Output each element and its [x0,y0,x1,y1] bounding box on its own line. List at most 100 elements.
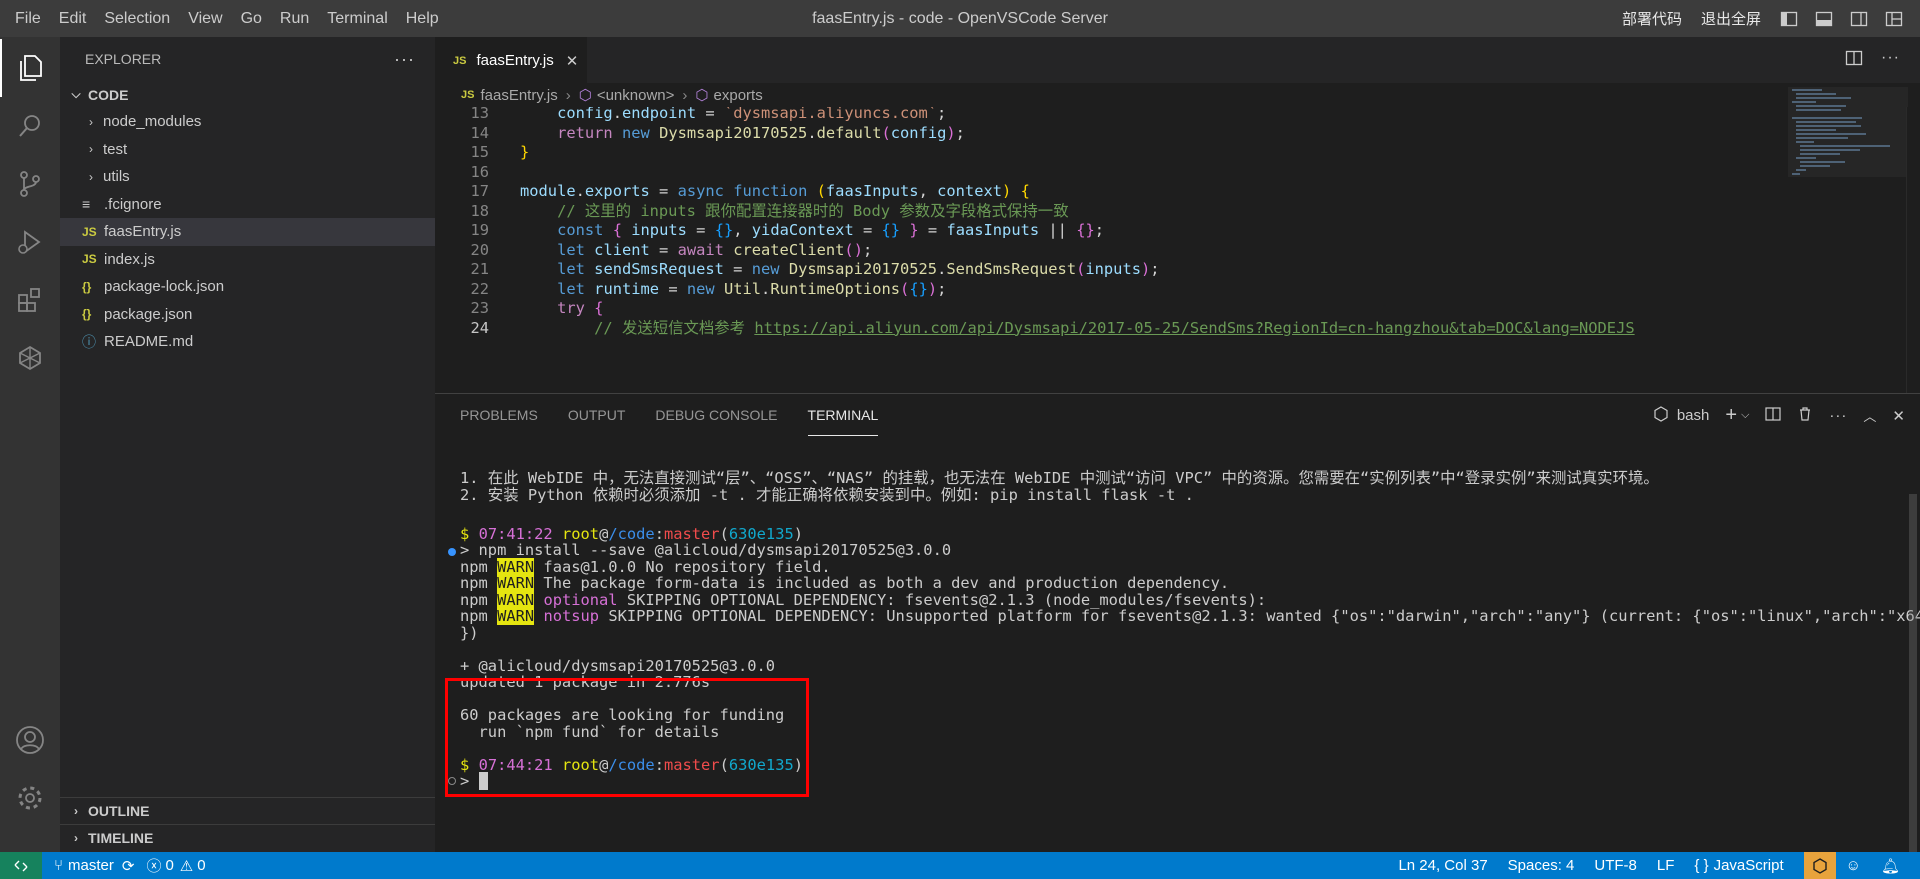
tab-problems[interactable]: PROBLEMS [460,394,538,436]
explorer-icon[interactable] [0,39,60,97]
deploy-code-button[interactable]: 部署代码 [1622,8,1682,29]
serverless-icon[interactable] [0,329,60,387]
feedback-icon[interactable]: ☺ [1846,852,1861,879]
menu-selection[interactable]: Selection [95,0,179,37]
tree-item-faasentry[interactable]: JS faasEntry.js [60,218,435,246]
more-actions-icon[interactable]: ··· [1881,49,1900,72]
line-text: // 发送短信文档参考 https://api.aliyun.com/api/D… [594,318,1635,337]
highlight-box [445,678,809,797]
tree-item-utils[interactable]: › utils [60,163,435,191]
tree-item-package-json[interactable]: {} package.json [60,301,435,329]
chevron-right-icon: › [89,169,93,184]
chevron-right-icon: › [74,831,78,845]
account-icon[interactable] [0,711,60,769]
tab-faasentry[interactable]: JS faasEntry.js ✕ [435,37,587,83]
menu-go[interactable]: Go [232,0,271,37]
close-icon[interactable]: ✕ [566,52,579,70]
breadcrumb-file[interactable]: faasEntry.js [480,87,557,104]
encoding[interactable]: UTF-8 [1594,852,1637,879]
terminal-scrollbar[interactable] [1906,494,1920,853]
timeline-section[interactable]: › TIMELINE [60,824,435,851]
breadcrumb-symbol-exports[interactable]: exports [714,87,763,104]
sync-icon[interactable]: ⟳ [122,857,135,875]
tree-item-label: package.json [104,305,193,323]
activity-bar [0,37,60,852]
language-mode[interactable]: { } JavaScript [1694,852,1783,879]
search-icon[interactable] [0,97,60,155]
sidebar-bottom-sections: › OUTLINE › TIMELINE [60,797,435,851]
end-of-line[interactable]: LF [1657,852,1675,879]
notifications-bell-icon[interactable]: 🔔︎ [1881,852,1900,879]
branch-name: master [68,857,114,874]
terminal-shell-label[interactable]: bash [1677,407,1710,424]
exit-fullscreen-button[interactable]: 退出全屏 [1701,8,1761,29]
outline-section[interactable]: › OUTLINE [60,797,435,824]
toggle-panel-icon[interactable] [1815,10,1833,28]
code-line[interactable]: 24 // 发送短信文档参考 https://api.aliyun.com/ap… [435,316,1775,340]
explorer-sidebar: EXPLORER ··· ⌵ CODE › node_modules › tes… [60,37,435,852]
breadcrumb-symbol-unknown[interactable]: <unknown> [597,87,675,104]
tree-item-package-lock[interactable]: {} package-lock.json [60,273,435,301]
cursor-position[interactable]: Ln 24, Col 37 [1398,852,1487,879]
indentation[interactable]: Spaces: 4 [1508,852,1575,879]
tab-output[interactable]: OUTPUT [568,394,626,436]
menu-help[interactable]: Help [397,0,448,37]
scrollbar-thumb[interactable] [1909,494,1917,853]
branch-status[interactable]: ⑂ master ⟳ [54,852,134,879]
toggle-secondary-sidebar-icon[interactable] [1850,10,1868,28]
more-actions-icon[interactable]: ··· [394,49,415,70]
status-bar: ⑂ master ⟳ ⓧ 0 ⚠ 0 Ln 24, Col 37 Spaces:… [0,852,1920,879]
tab-terminal[interactable]: TERMINAL [807,394,879,436]
source-control-icon[interactable] [0,155,60,213]
warning-icon: ⚠ [179,857,194,875]
serverless-status-icon[interactable] [1803,852,1836,879]
minimap[interactable] [1788,87,1908,237]
title-actions: 部署代码 退出全屏 [1622,0,1920,37]
status-right: Ln 24, Col 37 Spaces: 4 UTF-8 LF { } Jav… [1398,852,1920,879]
remote-indicator-icon[interactable] [0,852,42,879]
command-status-dot-icon[interactable] [448,548,456,556]
tree-item-readme[interactable]: ⓘ README.md [60,328,435,356]
chevron-down-icon[interactable]: ⌵ [1741,409,1749,422]
chevron-down-icon: ⌵ [71,87,81,101]
maximize-panel-icon[interactable]: ︿ [1863,406,1876,425]
code-editor[interactable]: 13 config.endpoint = `dysmsapi.aliyuncs.… [435,107,1775,393]
workspace-section[interactable]: ⌵ CODE [60,81,435,108]
json-file-icon: {} [82,307,92,322]
tab-debug-console[interactable]: DEBUG CONSOLE [655,394,777,436]
new-terminal-icon[interactable]: + [1725,404,1737,427]
trash-icon[interactable] [1797,406,1813,426]
tree-item-index[interactable]: JS index.js [60,246,435,274]
terminal-line: npm WARN notsup SKIPPING OPTIONAL DEPEND… [460,607,1920,625]
timeline-title: TIMELINE [88,830,154,846]
settings-gear-icon[interactable] [0,769,60,827]
chevron-right-icon: › [74,804,78,818]
menu-file[interactable]: File [6,0,50,37]
terminal-icon [1653,405,1669,426]
menu-view[interactable]: View [179,0,231,37]
menu-terminal[interactable]: Terminal [318,0,396,37]
split-terminal-icon[interactable] [1765,406,1782,426]
symbol-icon: ⬡ [695,87,709,104]
split-editor-icon[interactable] [1845,49,1863,72]
tree-item-label: node_modules [103,113,202,131]
chevron-right-icon: › [565,86,571,104]
editor-area: JS faasEntry.js ✕ ··· JS faasEntry.js › … [435,37,1920,393]
customize-layout-icon[interactable] [1885,10,1903,28]
js-file-icon: JS [82,252,97,267]
json-file-icon: {} [82,279,92,294]
editor-scrollbar[interactable] [1906,107,1920,393]
run-debug-icon[interactable] [0,213,60,271]
vscode-window: File Edit Selection View Go Run Terminal… [0,0,1920,879]
menu-run[interactable]: Run [271,0,318,37]
toggle-primary-sidebar-icon[interactable] [1780,10,1798,28]
tree-item-fcignore[interactable]: ≡ .fcignore [60,191,435,219]
problems-status[interactable]: ⓧ 0 ⚠ 0 [146,852,205,879]
menu-edit[interactable]: Edit [50,0,96,37]
tree-item-test[interactable]: › test [60,136,435,164]
tree-item-label: package-lock.json [104,278,225,296]
extensions-icon[interactable] [0,271,60,329]
more-actions-icon[interactable]: ··· [1829,407,1847,424]
close-panel-icon[interactable]: ✕ [1892,407,1905,425]
tree-item-node-modules[interactable]: › node_modules [60,108,435,136]
